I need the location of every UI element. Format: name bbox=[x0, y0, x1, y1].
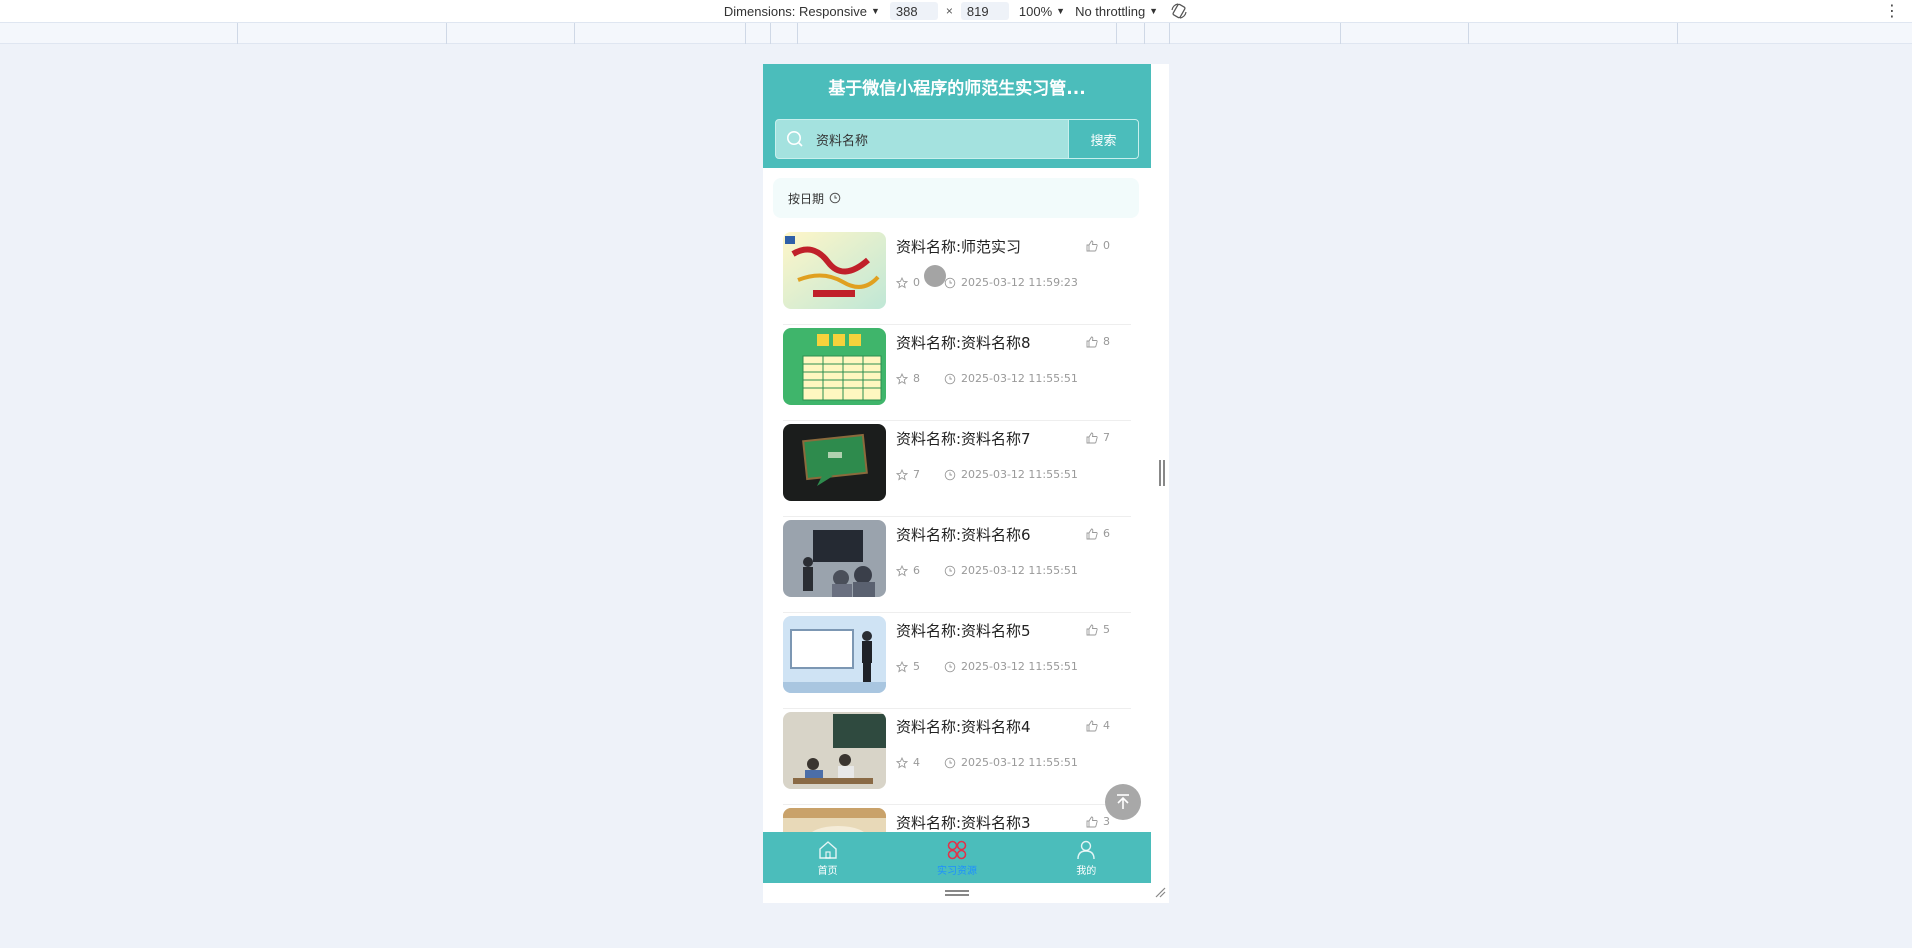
tab-mine[interactable]: 我的 bbox=[1022, 832, 1151, 883]
thumbnail-image bbox=[783, 424, 886, 501]
item-name: 资料名称:资料名称6 bbox=[896, 526, 1031, 544]
resize-handle-right[interactable] bbox=[1159, 460, 1165, 486]
item-stats: 4 2025-03-12 11:55:51 bbox=[896, 756, 1078, 769]
star-icon bbox=[896, 564, 908, 576]
arrow-up-icon bbox=[1117, 794, 1129, 809]
thumbnail-image bbox=[783, 616, 886, 693]
app-header: 基于微信小程序的师范生实习管... 搜索 bbox=[763, 64, 1151, 168]
like-count[interactable]: 8 bbox=[1086, 335, 1110, 348]
thumbs-up-icon bbox=[1086, 336, 1098, 347]
thumbs-up-icon bbox=[1086, 624, 1098, 635]
bottom-tabbar: 首页 实习资源 我的 bbox=[763, 832, 1151, 883]
item-name: 资料名称:资料名称7 bbox=[896, 430, 1031, 448]
throttling-label: No throttling bbox=[1075, 3, 1146, 19]
chevron-down-icon: ▼ bbox=[870, 6, 880, 16]
thumbnail-image bbox=[783, 328, 886, 405]
rotate-icon[interactable] bbox=[1170, 2, 1188, 20]
star-icon bbox=[896, 660, 908, 672]
star-icon bbox=[896, 468, 908, 480]
dimensions-label: Dimensions: Responsive bbox=[723, 3, 867, 19]
sort-by-date[interactable]: 按日期 bbox=[773, 178, 1139, 218]
thumbs-up-icon bbox=[1086, 432, 1098, 443]
star-icon bbox=[896, 372, 908, 384]
tab-resources[interactable]: 实习资源 bbox=[892, 832, 1021, 883]
search-icon bbox=[787, 131, 803, 147]
list-item[interactable]: 资料名称:资料名称7 7 7 2025-03-12 11:55:51 bbox=[783, 421, 1131, 517]
like-count[interactable]: 7 bbox=[1086, 431, 1110, 444]
list-item[interactable]: 资料名称:资料名称4 4 4 2025-03-12 11:55:51 bbox=[783, 709, 1131, 805]
like-count[interactable]: 5 bbox=[1086, 623, 1110, 636]
item-name: 资料名称:资料名称5 bbox=[896, 622, 1031, 640]
thumbnail-image bbox=[783, 808, 886, 832]
home-icon bbox=[818, 840, 837, 859]
item-name: 资料名称:资料名称4 bbox=[896, 718, 1031, 736]
search-button[interactable]: 搜索 bbox=[1068, 120, 1138, 158]
star-icon bbox=[896, 756, 908, 768]
like-count[interactable]: 4 bbox=[1086, 719, 1110, 732]
thumbs-up-icon bbox=[1086, 816, 1098, 827]
item-stats: 8 2025-03-12 11:55:51 bbox=[896, 372, 1078, 385]
chevron-down-icon: ▼ bbox=[1149, 6, 1159, 16]
back-to-top-button[interactable] bbox=[1105, 784, 1141, 820]
like-count[interactable]: 6 bbox=[1086, 527, 1110, 540]
resize-corner-icon[interactable] bbox=[1154, 886, 1166, 898]
item-stats: 7 2025-03-12 11:55:51 bbox=[896, 468, 1078, 481]
clock-icon bbox=[944, 373, 956, 384]
height-input[interactable]: 819 bbox=[960, 2, 1009, 20]
phone-viewport: 基于微信小程序的师范生实习管... 搜索 按日期 bbox=[763, 64, 1151, 883]
clock-icon bbox=[944, 661, 956, 672]
zoom-label: 100% bbox=[1018, 3, 1053, 19]
sort-label: 按日期 bbox=[788, 191, 825, 206]
grid-icon bbox=[947, 840, 967, 859]
chevron-down-icon: ▼ bbox=[1056, 6, 1066, 16]
list-item[interactable]: 资料名称:资料名称3 3 bbox=[783, 805, 1131, 832]
thumbnail-image bbox=[783, 520, 886, 597]
touch-cursor bbox=[924, 265, 946, 287]
clock-icon bbox=[944, 565, 956, 576]
thumbs-up-icon bbox=[1086, 240, 1098, 251]
list-item[interactable]: 资料名称:资料名称6 6 6 2025-03-12 11:55:51 bbox=[783, 517, 1131, 613]
width-input[interactable]: 388 bbox=[889, 2, 938, 20]
throttling-dropdown[interactable]: No throttling ▼ bbox=[1075, 4, 1168, 19]
clock-icon bbox=[829, 192, 841, 204]
zoom-dropdown[interactable]: 100% ▼ bbox=[1019, 4, 1075, 19]
more-options-icon[interactable]: ⋮ bbox=[1884, 1, 1900, 21]
resource-list: 资料名称:师范实习 0 0 2025-03-12 11:59:23 资料名称:资… bbox=[783, 229, 1131, 832]
item-stats: 5 2025-03-12 11:55:51 bbox=[896, 660, 1078, 673]
times-sign: × bbox=[945, 4, 953, 18]
devtools-toolbar: Dimensions: Responsive ▼ 388 × 819 100% … bbox=[0, 0, 1912, 22]
list-item[interactable]: 资料名称:资料名称8 8 8 2025-03-12 11:55:51 bbox=[783, 325, 1131, 421]
item-name: 资料名称:师范实习 bbox=[896, 238, 1022, 256]
user-icon bbox=[1077, 840, 1096, 859]
thumbs-up-icon bbox=[1086, 720, 1098, 731]
like-count[interactable]: 3 bbox=[1086, 815, 1110, 828]
search-bar: 搜索 bbox=[775, 119, 1139, 159]
item-stats: 6 2025-03-12 11:55:51 bbox=[896, 564, 1078, 577]
item-name: 资料名称:资料名称3 bbox=[896, 814, 1031, 832]
search-input[interactable] bbox=[804, 120, 1068, 158]
page-title: 基于微信小程序的师范生实习管... bbox=[828, 79, 1086, 99]
list-item[interactable]: 资料名称:资料名称5 5 5 2025-03-12 11:55:51 bbox=[783, 613, 1131, 709]
resize-handle-bottom[interactable] bbox=[945, 890, 969, 896]
item-name: 资料名称:资料名称8 bbox=[896, 334, 1031, 352]
thumbnail-image bbox=[783, 712, 886, 789]
content-area: 按日期 资料名称:师范实习 0 0 2025-03-12 11:59:23 资料… bbox=[763, 168, 1151, 832]
dimensions-dropdown[interactable]: Dimensions: Responsive ▼ bbox=[724, 4, 890, 19]
thumbs-up-icon bbox=[1086, 528, 1098, 539]
star-icon bbox=[896, 276, 908, 288]
clock-icon bbox=[944, 469, 956, 480]
clock-icon bbox=[944, 757, 956, 768]
tab-home[interactable]: 首页 bbox=[763, 832, 892, 883]
thumbnail-image bbox=[783, 232, 886, 309]
list-item[interactable]: 资料名称:师范实习 0 0 2025-03-12 11:59:23 bbox=[783, 229, 1131, 325]
media-query-ruler bbox=[0, 22, 1912, 44]
clock-icon bbox=[944, 277, 956, 288]
like-count[interactable]: 0 bbox=[1086, 239, 1110, 252]
